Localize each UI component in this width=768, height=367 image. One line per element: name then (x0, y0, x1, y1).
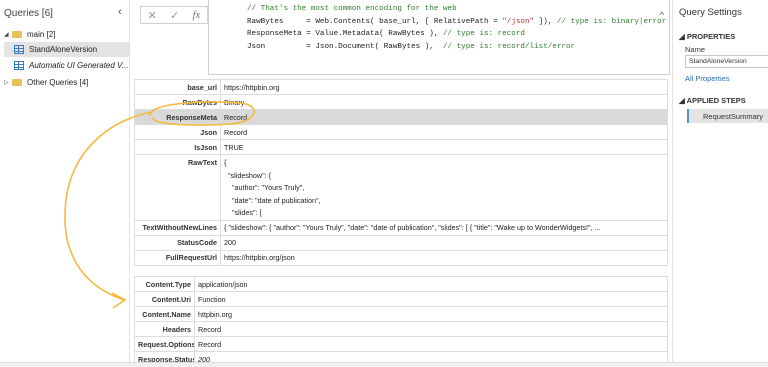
commit-icon[interactable]: ✓ (170, 9, 179, 22)
all-properties-link[interactable]: All Properties (685, 74, 730, 83)
folder-icon (12, 79, 22, 86)
queries-title: Queries [6] (4, 8, 53, 19)
code-comment: // type is: binary|error (556, 17, 667, 26)
collapse-pane-button[interactable]: ‹ (118, 6, 122, 18)
applied-steps-label: APPLIED STEPS (686, 96, 746, 105)
record-value[interactable]: Record (220, 124, 668, 140)
record-row[interactable]: FullRequestUrl https://httpbin.org/json (134, 249, 668, 266)
record-row[interactable]: RawBytes Binary (134, 94, 668, 110)
collapse-editor-icon[interactable]: ^ (660, 10, 664, 20)
query-item-standaloneversion[interactable]: StandAloneVersion (4, 42, 129, 57)
record-table-main: base_url https://httpbin.org RawBytes Bina… (134, 79, 668, 266)
record-row[interactable]: Content.Uri Function (134, 291, 668, 307)
query-group-label: Other Queries [4] (27, 78, 89, 87)
query-item-label: StandAloneVersion (29, 45, 98, 54)
record-value[interactable]: application/json (194, 276, 668, 292)
record-key: StatusCode (134, 234, 221, 251)
record-value[interactable]: Record (194, 336, 668, 352)
record-key: Content.Uri (134, 291, 195, 307)
record-value[interactable]: Binary (220, 94, 668, 110)
record-row[interactable]: RawText{ "slideshow": { "author": "Yours… (134, 154, 668, 221)
record-row[interactable]: Headers Record (134, 321, 668, 337)
record-key: Headers (134, 321, 195, 337)
record-value[interactable]: { "slideshow": { "author": "Yours Truly"… (220, 219, 668, 236)
record-row[interactable]: StatusCode 200 (134, 234, 668, 251)
formula-bar: ✕ ✓ fx // That's the most common encodin… (132, 0, 674, 75)
expanded-triangle-icon[interactable]: ◢ (4, 31, 12, 38)
record-value[interactable]: https://httpbin.org (220, 79, 668, 95)
record-key: FullRequestUrl (134, 249, 221, 266)
record-value[interactable]: httpbin.org (194, 306, 668, 322)
record-row-selected[interactable]: ResponseMeta Record (134, 109, 668, 125)
code-string: "/json" (502, 17, 535, 26)
record-key: IsJson (134, 139, 221, 155)
record-value[interactable]: Record (220, 109, 668, 125)
expanded-triangle-icon: ◢ (679, 32, 687, 41)
record-row[interactable]: TextWithoutNewLines{ "slideshow": { "aut… (134, 219, 668, 236)
record-key: Request.Options (134, 336, 195, 352)
expanded-triangle-icon: ◢ (679, 96, 687, 105)
table-icon (14, 45, 24, 54)
record-value[interactable]: 200 (220, 234, 668, 251)
record-row[interactable]: Request.Options Record (134, 336, 668, 352)
query-settings-pane: Query Settings ◢ PROPERTIES Name StandAl… (672, 0, 768, 367)
record-row[interactable]: base_url https://httpbin.org (134, 79, 668, 95)
properties-label: PROPERTIES (686, 32, 736, 41)
properties-heading[interactable]: ◢ PROPERTIES (679, 32, 735, 41)
settings-title: Query Settings (679, 7, 742, 18)
queries-pane: Queries [6] ‹ ◢ main [2] StandAloneVersi… (0, 0, 130, 367)
query-group-other[interactable]: ▷ Other Queries [4] (4, 78, 88, 87)
record-key: ResponseMeta (134, 109, 221, 125)
record-key: TextWithoutNewLines (134, 219, 221, 236)
code-comment: // type is: record/list/error (442, 42, 576, 51)
record-key: base_url (134, 79, 221, 95)
record-value[interactable]: Record (194, 321, 668, 337)
collapsed-triangle-icon[interactable]: ▷ (4, 79, 12, 86)
record-key: Json (134, 124, 221, 140)
query-group-label: main [2] (27, 30, 56, 39)
applied-step-item[interactable]: RequestSummary (687, 109, 768, 123)
query-item-label: Automatic UI Generated V... (29, 61, 129, 70)
record-key: RawBytes (134, 94, 221, 110)
code-line: ]), (534, 17, 557, 26)
query-name-input[interactable]: StandAloneVersion (685, 55, 768, 68)
code-comment: // That's the most common encoding for t… (247, 5, 457, 13)
applied-steps-heading[interactable]: ◢ APPLIED STEPS (679, 96, 746, 105)
record-key: RawText (134, 154, 221, 221)
name-label: Name (685, 45, 706, 54)
record-value[interactable]: Function (194, 291, 668, 307)
record-key: Content.Type (134, 276, 195, 292)
code-comment: // type is: record (442, 30, 525, 38)
query-item-automatic[interactable]: Automatic UI Generated V... (14, 61, 129, 70)
record-value[interactable]: https://httpbin.org/json (220, 249, 668, 266)
fx-icon[interactable]: fx (192, 9, 200, 21)
status-strip (0, 362, 768, 367)
formula-buttons: ✕ ✓ fx (140, 6, 208, 24)
code-line: RawBytes = Web.Contents( base_url, [ Rel… (247, 17, 503, 26)
record-row[interactable]: Content.Type application/json (134, 276, 668, 292)
table-icon (14, 61, 24, 70)
record-value-multiline[interactable]: { "slideshow": { "author": "Yours Truly"… (220, 154, 668, 221)
advanced-editor[interactable]: // That's the most common encoding for t… (208, 0, 670, 75)
query-group-main[interactable]: ◢ main [2] (4, 30, 55, 39)
code-line: ResponseMeta = Value.Metadata( RawBytes … (247, 30, 443, 38)
record-key: Content.Name (134, 306, 195, 322)
record-row[interactable]: Json Record (134, 124, 668, 140)
record-table-metadata: Content.Type application/json Content.Uri… (134, 276, 668, 367)
record-row[interactable]: Content.Name httpbin.org (134, 306, 668, 322)
folder-icon (12, 31, 22, 38)
record-value[interactable]: TRUE (220, 139, 668, 155)
cancel-icon[interactable]: ✕ (148, 9, 157, 22)
code-line: Json = Json.Document( RawBytes ), (247, 42, 443, 51)
record-row[interactable]: IsJson TRUE (134, 139, 668, 155)
